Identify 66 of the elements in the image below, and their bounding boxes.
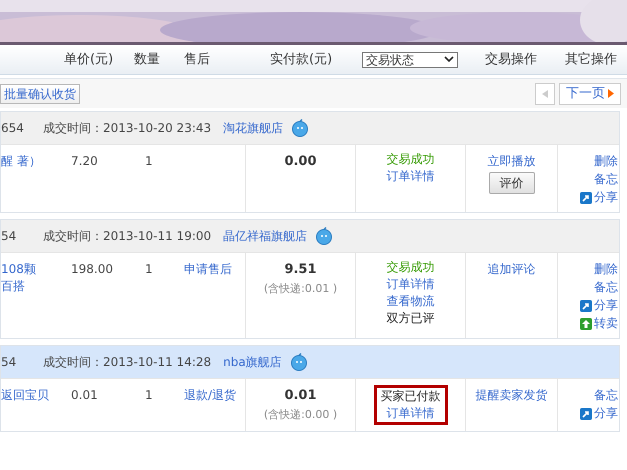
chat-bubble-icon[interactable] xyxy=(315,227,334,245)
item-title[interactable]: 醒 著） xyxy=(1,153,63,170)
shipping-fee: (含快递:0.01 ) xyxy=(264,281,338,297)
action-link[interactable]: 删除 xyxy=(594,261,618,278)
order-detail-link[interactable]: 订单详情 xyxy=(386,276,434,293)
action-link[interactable]: 备忘 xyxy=(594,387,618,404)
review-button[interactable]: 评价 xyxy=(488,172,534,194)
chat-bubble-icon[interactable] xyxy=(291,119,310,137)
share-arrow-icon xyxy=(580,408,592,420)
shop-link[interactable]: 淘花旗舰店 xyxy=(223,119,284,137)
resell-link[interactable]: 转卖 xyxy=(580,315,618,332)
unit-price: 0.01 xyxy=(71,388,98,402)
status-text: 买家已付款 xyxy=(380,388,440,405)
quantity: 1 xyxy=(145,262,153,276)
order-detail-link[interactable]: 订单详情 xyxy=(386,405,434,422)
item-title[interactable]: 百搭 xyxy=(1,278,63,295)
right-triangle-icon xyxy=(608,89,614,98)
action-link[interactable]: 提醒卖家发货 xyxy=(476,387,548,404)
order-number: 654 xyxy=(1,120,25,137)
paid-amount: 0.01 xyxy=(284,387,317,404)
column-header: 数量 xyxy=(133,50,161,69)
quantity: 1 xyxy=(145,388,153,402)
next-page-button[interactable]: 下一页 xyxy=(559,82,621,104)
unit-price: 198.00 xyxy=(71,262,113,276)
action-link[interactable]: 备忘 xyxy=(594,171,618,188)
action-link[interactable]: 删除 xyxy=(594,153,618,170)
share-link[interactable]: 分享 xyxy=(580,189,618,206)
status-text: 交易成功 xyxy=(386,151,434,168)
shipping-fee: (含快递:0.00 ) xyxy=(264,407,338,423)
item-title[interactable]: 返回宝贝 xyxy=(1,387,63,404)
up-arrow-icon xyxy=(580,318,592,330)
status-dropdown[interactable]: 交易状态 xyxy=(362,52,458,68)
paid-amount: 9.51 xyxy=(284,261,317,278)
order-detail-link[interactable]: 订单详情 xyxy=(386,168,434,185)
share-arrow-icon xyxy=(580,192,592,204)
order-detail-link[interactable]: 查看物流 xyxy=(386,293,434,310)
after-sale-link[interactable]: 申请售后 xyxy=(184,262,232,276)
column-header: 实付款(元) xyxy=(269,50,334,69)
order-number: 54 xyxy=(1,354,18,371)
unit-price: 7.20 xyxy=(71,154,98,168)
deal-time: 成交时间：2013-10-11 14:28 xyxy=(43,354,212,371)
shop-link[interactable]: nba旗舰店 xyxy=(223,353,282,371)
action-link[interactable]: 备忘 xyxy=(594,279,618,296)
column-header: 单价(元) xyxy=(63,50,114,69)
paid-amount: 0.00 xyxy=(284,153,317,170)
column-header: 交易操作 xyxy=(484,50,538,69)
order-number: 54 xyxy=(1,228,18,245)
left-triangle-icon xyxy=(542,90,548,98)
quantity: 1 xyxy=(145,154,153,168)
share-link[interactable]: 分享 xyxy=(580,297,618,314)
status-text: 双方已评 xyxy=(386,310,434,327)
batch-confirm-button[interactable]: 批量确认收货 xyxy=(0,84,80,104)
column-header: 售后 xyxy=(183,50,211,69)
after-sale-link[interactable]: 退款/退货 xyxy=(184,388,236,402)
item-title[interactable]: 108颗 xyxy=(1,261,63,278)
column-header: 其它操作 xyxy=(564,50,618,69)
deal-time: 成交时间：2013-10-11 19:00 xyxy=(43,228,212,245)
chevron-down-icon xyxy=(444,56,454,63)
chat-bubble-icon[interactable] xyxy=(290,353,308,371)
shop-link[interactable]: 晶亿祥福旗舰店 xyxy=(223,227,308,245)
action-link[interactable]: 追加评论 xyxy=(488,261,536,278)
deal-time: 成交时间：2013-10-20 23:43 xyxy=(43,120,212,137)
share-link[interactable]: 分享 xyxy=(580,405,618,422)
share-arrow-icon xyxy=(580,300,592,312)
action-link[interactable]: 立即播放 xyxy=(488,153,536,170)
status-text: 交易成功 xyxy=(386,259,434,276)
